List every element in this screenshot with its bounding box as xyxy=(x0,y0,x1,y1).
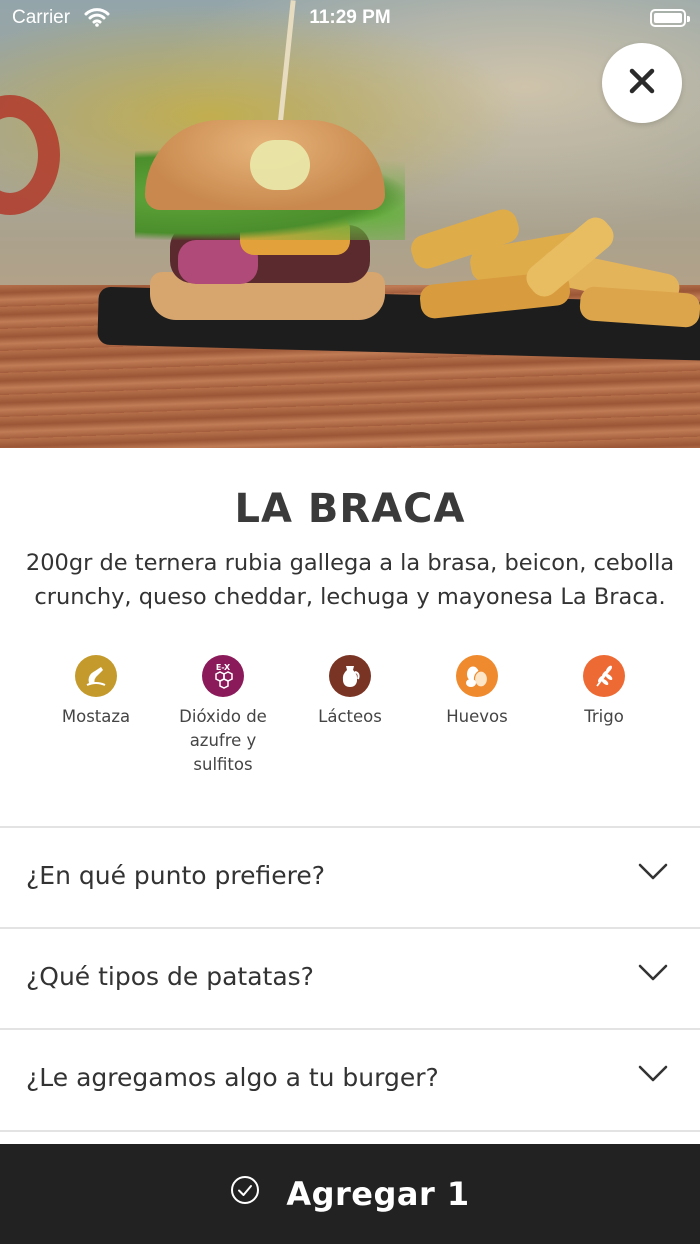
check-circle-icon xyxy=(230,1175,260,1209)
allergen-list: Mostaza E-X Dióxido de azufre y sulfitos… xyxy=(33,655,667,785)
allergen-label: Mostaza xyxy=(61,707,131,726)
eggs-icon xyxy=(456,655,498,697)
allergen-wheat: Trigo xyxy=(541,655,667,729)
option-question: ¿Le agregamos algo a tu burger? xyxy=(26,1063,439,1092)
product-description: 200gr de ternera rubia gallega a la bras… xyxy=(25,550,675,610)
allergen-eggs: Huevos xyxy=(414,655,540,729)
product-photo xyxy=(0,0,700,448)
product-title: LA BRACA xyxy=(234,486,466,532)
battery-icon xyxy=(650,9,690,27)
svg-text:E-X: E-X xyxy=(216,663,231,672)
wheat-icon xyxy=(583,655,625,697)
allergen-label: Huevos xyxy=(446,707,508,726)
allergen-dairy: Lácteos xyxy=(287,655,413,729)
option-question: ¿Qué tipos de patatas? xyxy=(26,962,314,991)
dairy-jug-icon xyxy=(329,655,371,697)
status-bar: Carrier 11:29 PM xyxy=(0,0,700,36)
allergen-label: Lácteos xyxy=(318,707,382,726)
sulphites-icon: E-X xyxy=(202,655,244,697)
close-button[interactable] xyxy=(602,43,682,123)
option-question: ¿En qué punto prefiere? xyxy=(26,861,325,890)
option-fries-type[interactable]: ¿Qué tipos de patatas? xyxy=(0,927,700,1028)
option-extras[interactable]: ¿Le agregamos algo a tu burger? xyxy=(0,1028,700,1129)
allergen-mustard: Mostaza xyxy=(33,655,159,729)
mustard-icon xyxy=(75,655,117,697)
add-button-label: Agregar 1 xyxy=(286,1175,470,1213)
chevron-down-icon[interactable] xyxy=(638,1064,668,1088)
add-to-cart-button[interactable]: Agregar 1 xyxy=(0,1144,700,1244)
divider xyxy=(0,1130,700,1132)
allergen-label: Trigo xyxy=(584,707,624,726)
option-cooking-point[interactable]: ¿En qué punto prefiere? xyxy=(0,826,700,927)
allergen-label: Dióxido de azufre y sulfitos xyxy=(179,707,267,774)
chevron-down-icon[interactable] xyxy=(638,862,668,886)
chevron-down-icon[interactable] xyxy=(638,963,668,987)
clock: 11:29 PM xyxy=(309,7,391,28)
allergen-sulphites: E-X Dióxido de azufre y sulfitos xyxy=(160,655,286,777)
close-icon xyxy=(628,67,656,99)
